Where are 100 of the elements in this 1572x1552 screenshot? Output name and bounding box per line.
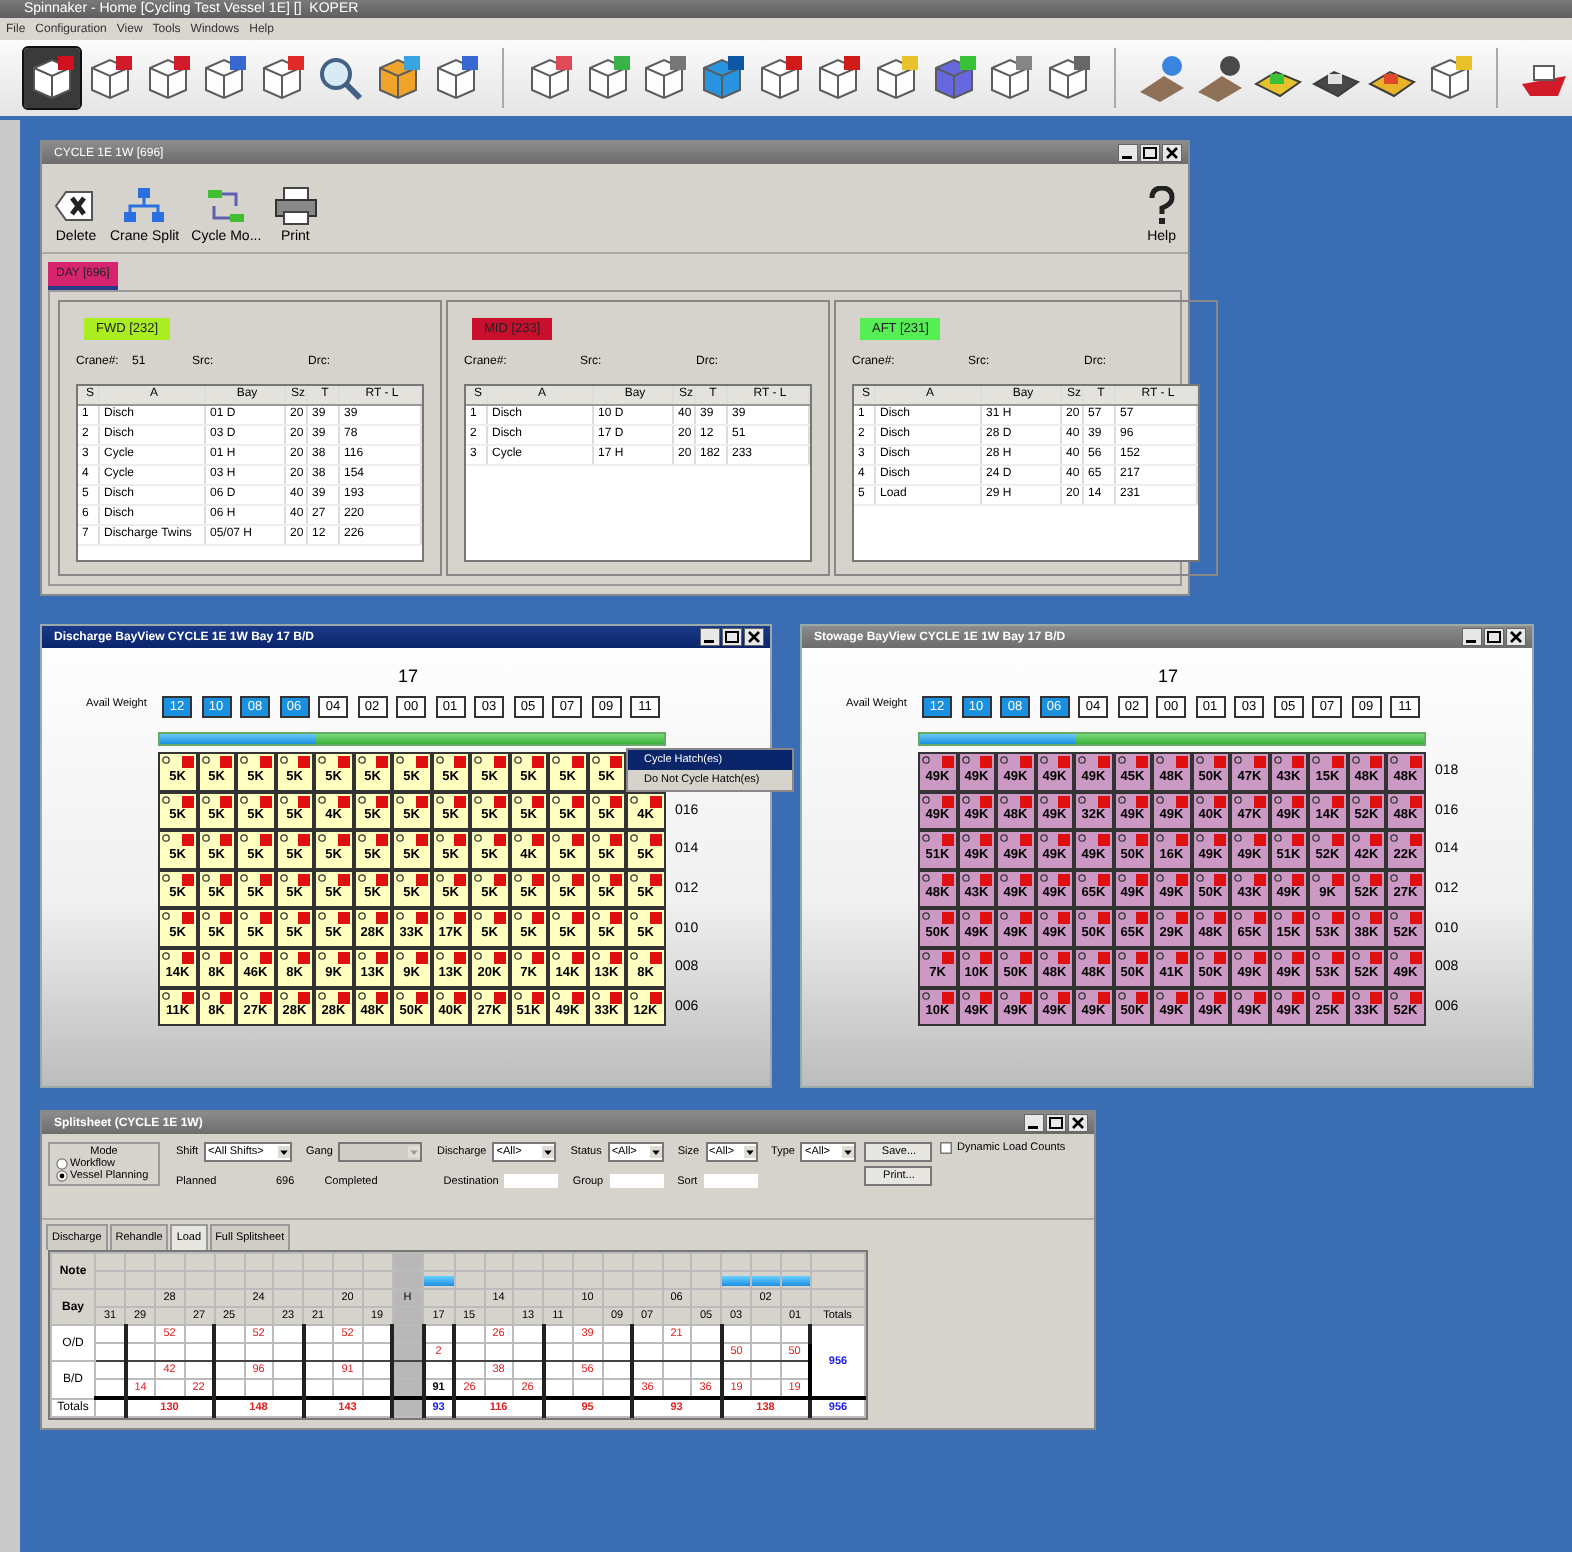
box-icon[interactable] [24,48,80,108]
circle-icon [1039,912,1047,921]
circle-icon [201,991,209,1000]
circle-icon [1078,873,1086,882]
circle-icon [318,873,326,882]
circle-icon [1312,834,1320,843]
slot-marker-icon [1331,756,1343,768]
slot-marker-icon [941,991,953,1004]
slot-marker-icon [493,951,505,964]
slot-marker-icon [415,991,427,1004]
circle-icon [961,795,969,804]
circle-icon [357,756,365,764]
slot-marker-icon [220,795,232,808]
circle-icon [474,873,482,882]
slot-marker-icon [1370,991,1382,1004]
minimize-button[interactable] [1024,1114,1044,1132]
dropdown-arrow-icon [842,1146,855,1158]
circle-icon [474,912,482,921]
slot-marker-icon [376,951,388,964]
slot-marker-icon [571,873,583,886]
slot-marker-icon [1058,756,1070,768]
slot-marker-icon [980,912,992,925]
slot-marker-icon [1331,795,1343,808]
slot-marker-icon [1175,912,1187,925]
slot-marker-icon [1214,951,1226,964]
slot-marker-icon [1175,756,1187,768]
slot-marker-icon [1292,795,1304,808]
slot-marker-icon [259,873,271,886]
circle-icon [1078,951,1086,960]
circle-icon [1039,834,1047,843]
slot-marker-icon [298,991,310,1004]
slot-marker-icon [220,991,232,1004]
circle-icon [1000,795,1008,804]
slot-marker-icon [454,756,466,768]
circle-icon [1234,756,1242,764]
slot-marker-icon [376,756,388,768]
circle-icon [1000,834,1008,843]
slot-marker-icon [1370,951,1382,964]
slot-marker-icon [259,834,271,847]
slot-marker-icon [337,834,349,847]
circle-icon [1117,951,1125,960]
circle-icon [318,951,326,960]
slot-marker-icon [376,873,388,886]
input-field[interactable] [504,1174,559,1188]
circle-icon [1117,991,1125,1000]
circle-icon [1273,912,1281,921]
circle-icon [357,991,365,1000]
slot-marker-icon [1214,991,1226,1004]
maximize-button[interactable] [1484,628,1504,646]
circle-icon [961,912,969,921]
dropdown-arrow-icon [649,1146,662,1158]
close-button[interactable] [1162,144,1182,162]
slot-marker-icon [454,795,466,808]
slot-marker-icon [1019,912,1031,925]
circle-icon [513,756,521,764]
slot-marker-icon [1253,834,1265,847]
input-field[interactable] [703,1174,758,1188]
slot-marker-icon [1370,834,1382,847]
slot-marker-icon [1058,951,1070,964]
circle-icon [474,991,482,1000]
circle-icon [1078,834,1086,843]
slot-marker-icon [1097,834,1109,847]
slot-marker-icon [1058,834,1070,847]
slot-marker-icon [259,951,271,964]
maximize-button[interactable] [722,628,742,646]
slot-marker-icon [1097,756,1109,768]
circle-icon [201,834,209,843]
slot-marker-icon [980,834,992,847]
circle-icon [591,834,599,843]
maximize-button[interactable] [1046,1114,1066,1132]
circle-icon [1195,991,1203,1000]
slot-marker-icon [1019,834,1031,847]
slot-marker-icon [259,912,271,925]
maximize-button[interactable] [1140,144,1160,162]
input-field[interactable] [609,1174,664,1188]
circle-icon [474,834,482,843]
circle-icon [1351,991,1359,1000]
close-button[interactable] [744,628,764,646]
circle-icon [474,795,482,804]
circle-icon [1195,873,1203,882]
minimize-button[interactable] [700,628,720,646]
minimize-button[interactable] [1462,628,1482,646]
close-button[interactable] [1068,1114,1088,1132]
circle-icon [1000,991,1008,1000]
circle-icon [396,991,404,1000]
slot-marker-icon [1214,795,1226,808]
circle-icon [435,756,443,764]
circle-icon [513,912,521,921]
minimize-button[interactable] [1118,144,1138,162]
slot-marker-icon [493,756,505,768]
slot-marker-icon [220,834,232,847]
slot-marker-icon [941,873,953,886]
circle-icon [922,912,930,921]
slot-marker-icon [610,951,622,964]
slot-marker-icon [220,873,232,886]
circle-icon [1273,834,1281,843]
circle-icon [435,991,443,1000]
close-button[interactable] [1506,628,1526,646]
circle-icon [318,756,326,764]
circle-icon [1117,912,1125,921]
